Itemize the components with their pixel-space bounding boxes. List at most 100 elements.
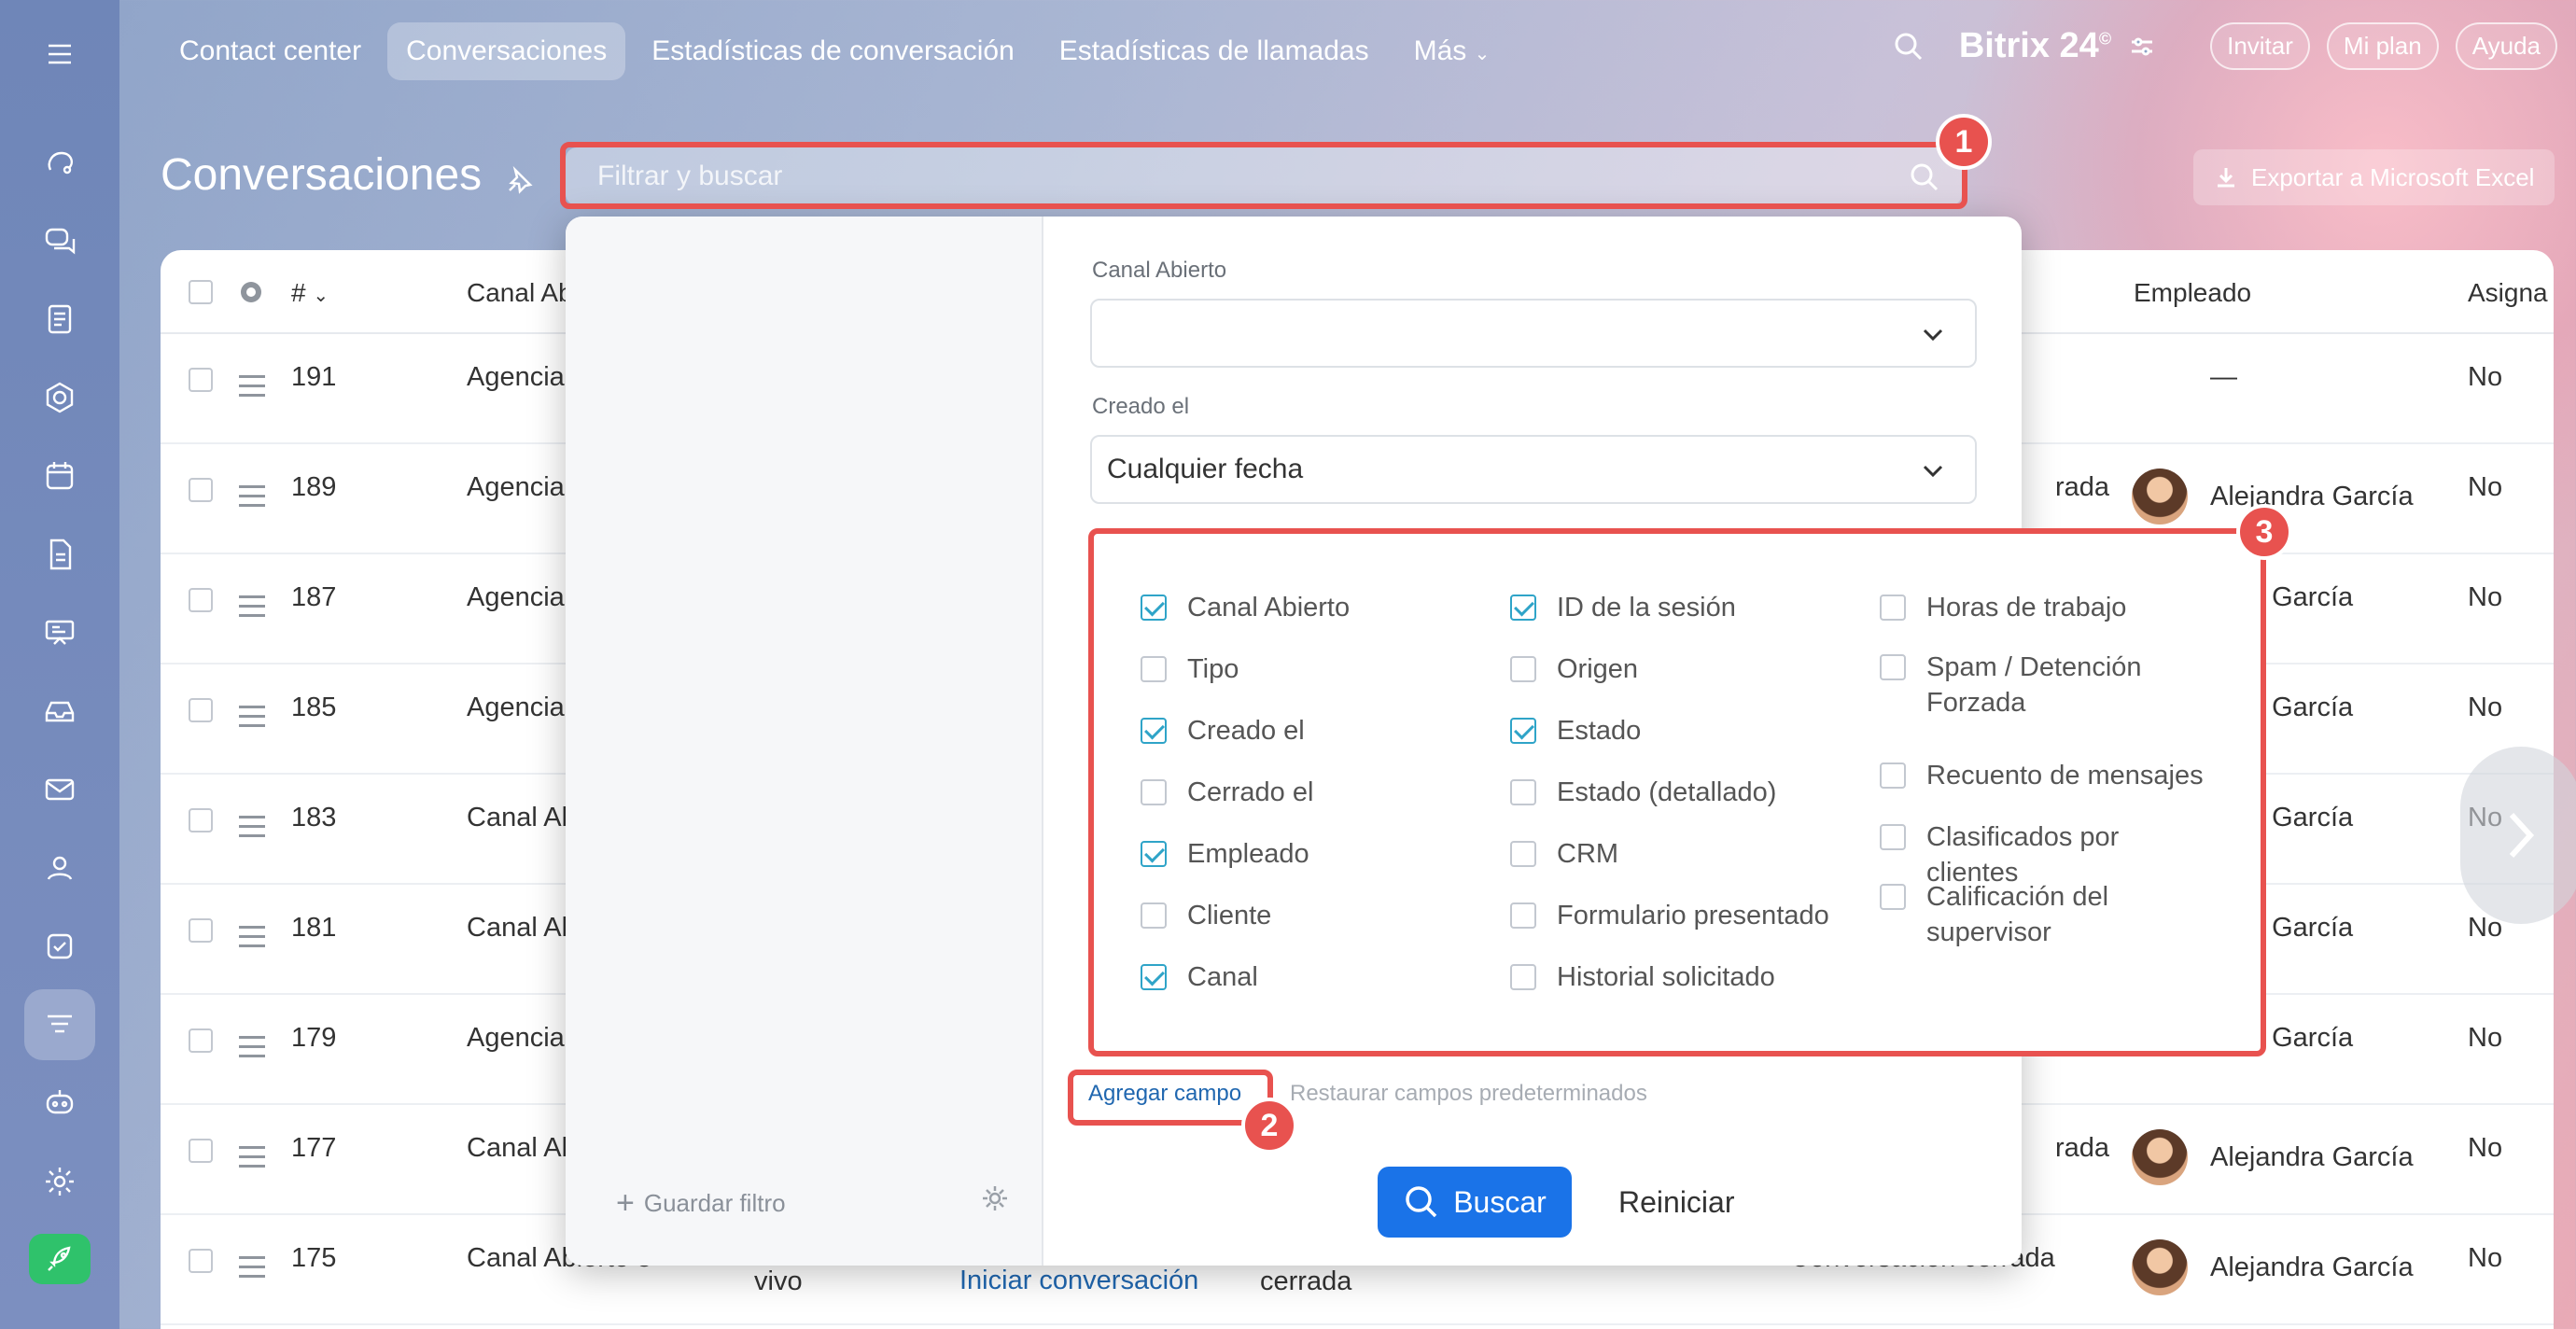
tasks-icon[interactable] <box>24 911 95 982</box>
field-option[interactable]: Estado <box>1510 713 1641 748</box>
drag-handle-icon[interactable] <box>239 375 265 403</box>
nav-contact-center[interactable]: Contact center <box>161 22 380 80</box>
field-checkbox[interactable] <box>1510 779 1536 805</box>
field-option[interactable]: Calificación del supervisor <box>1880 879 2216 950</box>
drag-handle-icon[interactable] <box>239 926 265 954</box>
rocket-icon[interactable] <box>29 1234 91 1284</box>
feed-icon[interactable] <box>24 284 95 355</box>
row-checkbox[interactable] <box>189 1249 213 1273</box>
export-excel-button[interactable]: Exportar a Microsoft Excel <box>2193 149 2555 205</box>
search-icon[interactable] <box>1908 161 1941 194</box>
add-field-link[interactable]: Agregar campo <box>1088 1081 1241 1107</box>
menu-icon[interactable] <box>24 19 95 90</box>
document-icon[interactable] <box>24 519 95 590</box>
field-option[interactable]: Empleado <box>1141 836 1309 872</box>
chat-icon[interactable] <box>24 205 95 276</box>
reset-button[interactable]: Reiniciar <box>1618 1185 1734 1220</box>
row-checkbox[interactable] <box>189 1028 213 1053</box>
my-plan-button[interactable]: Mi plan <box>2326 22 2439 70</box>
start-conversation-link[interactable]: Iniciar conversación <box>959 1266 1198 1296</box>
field-checkbox[interactable] <box>1880 884 1906 910</box>
robot-icon[interactable] <box>24 1068 95 1139</box>
row-checkbox[interactable] <box>189 808 213 832</box>
field-checkbox[interactable] <box>1510 964 1536 990</box>
row-employee[interactable]: Alejandra García <box>2210 1142 2414 1173</box>
field-option[interactable]: Cliente <box>1141 898 1271 933</box>
nav-estadisticas-conversacion[interactable]: Estadísticas de conversación <box>633 22 1033 80</box>
row-employee[interactable]: Alejandra García <box>2210 482 2414 512</box>
field-checkbox[interactable] <box>1510 841 1536 867</box>
drag-handle-icon[interactable] <box>239 816 265 844</box>
field-checkbox[interactable] <box>1141 779 1167 805</box>
field-option[interactable]: Recuento de mensajes <box>1880 758 2216 793</box>
select-all-checkbox[interactable] <box>189 280 213 304</box>
field-option[interactable]: Estado (detallado) <box>1510 775 1776 810</box>
nav-estadisticas-llamadas[interactable]: Estadísticas de llamadas <box>1041 22 1388 80</box>
sliders-icon[interactable] <box>2128 33 2156 61</box>
pin-icon[interactable] <box>506 166 534 194</box>
field-option[interactable]: Historial solicitado <box>1510 959 1775 995</box>
creado-el-select[interactable]: Cualquier fecha <box>1090 435 1977 504</box>
drag-handle-icon[interactable] <box>239 1256 265 1284</box>
column-assigned[interactable]: Asigna <box>2468 278 2548 308</box>
field-checkbox[interactable] <box>1880 824 1906 850</box>
scroll-right-button[interactable] <box>2460 747 2576 924</box>
calendar-icon[interactable] <box>24 441 95 511</box>
field-checkbox[interactable] <box>1880 762 1906 789</box>
field-option[interactable]: Spam / Detención Forzada <box>1880 650 2216 720</box>
filter-search-bar[interactable] <box>566 147 1962 205</box>
row-checkbox[interactable] <box>189 478 213 502</box>
invite-button[interactable]: Invitar <box>2210 22 2310 70</box>
field-option[interactable]: Creado el <box>1141 713 1305 748</box>
drag-handle-icon[interactable] <box>239 1146 265 1174</box>
row-checkbox[interactable] <box>189 1139 213 1163</box>
drag-handle-icon[interactable] <box>239 1036 265 1064</box>
field-checkbox[interactable] <box>1510 902 1536 929</box>
row-checkbox[interactable] <box>189 918 213 943</box>
field-checkbox[interactable] <box>1141 718 1167 744</box>
gear-icon[interactable] <box>237 278 265 306</box>
search-input[interactable] <box>597 161 1867 192</box>
drag-handle-icon[interactable] <box>239 595 265 623</box>
column-channel[interactable]: Canal Ab <box>467 278 573 308</box>
nav-more[interactable]: Más ⌄ <box>1395 22 1509 80</box>
field-option[interactable]: Tipo <box>1141 651 1239 687</box>
field-checkbox[interactable] <box>1880 595 1906 621</box>
row-checkbox[interactable] <box>189 698 213 722</box>
contact-center-icon[interactable] <box>24 127 95 198</box>
field-checkbox[interactable] <box>1141 841 1167 867</box>
mail-icon[interactable] <box>24 754 95 825</box>
field-checkbox[interactable] <box>1141 902 1167 929</box>
column-id[interactable]: # ⌄ <box>291 278 329 308</box>
row-employee[interactable]: Alejandra García <box>2210 1252 2414 1283</box>
column-employee[interactable]: Empleado <box>2134 278 2251 308</box>
field-option[interactable]: Horas de trabajo <box>1880 590 2216 625</box>
hexagon-icon[interactable] <box>24 362 95 433</box>
field-option[interactable]: Origen <box>1510 651 1638 687</box>
canal-abierto-select[interactable] <box>1090 299 1977 368</box>
row-checkbox[interactable] <box>189 588 213 612</box>
drag-handle-icon[interactable] <box>239 706 265 734</box>
row-checkbox[interactable] <box>189 368 213 392</box>
gear-icon[interactable] <box>980 1183 1010 1213</box>
presentation-icon[interactable] <box>24 597 95 668</box>
field-checkbox[interactable] <box>1141 595 1167 621</box>
field-option[interactable]: CRM <box>1510 836 1618 872</box>
settings-icon[interactable] <box>24 1146 95 1217</box>
save-filter-button[interactable]: + Guardar filtro <box>616 1185 786 1222</box>
inbox-icon[interactable] <box>24 676 95 747</box>
users-icon[interactable] <box>24 832 95 903</box>
drag-handle-icon[interactable] <box>239 485 265 513</box>
search-button[interactable]: Buscar <box>1378 1167 1572 1238</box>
search-icon[interactable] <box>1892 30 1925 63</box>
field-checkbox[interactable] <box>1510 595 1536 621</box>
help-button[interactable]: Ayuda <box>2455 22 2557 70</box>
field-option[interactable]: Formulario presentado <box>1510 898 1829 933</box>
field-option[interactable]: ID de la sesión <box>1510 590 1736 625</box>
field-checkbox[interactable] <box>1141 656 1167 682</box>
field-checkbox[interactable] <box>1880 654 1906 680</box>
field-checkbox[interactable] <box>1510 718 1536 744</box>
field-option[interactable]: Cerrado el <box>1141 775 1313 810</box>
field-checkbox[interactable] <box>1510 656 1536 682</box>
filter-funnel-icon[interactable] <box>24 989 95 1060</box>
